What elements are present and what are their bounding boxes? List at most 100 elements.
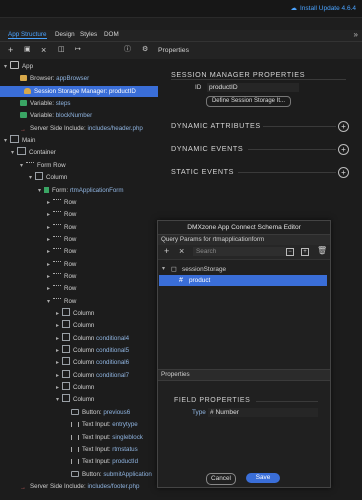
tree-item[interactable]: ▾ Column [0, 172, 158, 183]
collapse-all-icon[interactable]: − [286, 248, 294, 256]
tree-item[interactable]: ▸ Row [0, 222, 158, 233]
tree-item[interactable]: ▸ Row [0, 271, 158, 282]
tree-item-label: Column [73, 322, 95, 330]
type-select[interactable]: # Number [208, 408, 318, 417]
tree-item-label: Column [46, 174, 68, 182]
field-properties-heading: FIELD PROPERTIES [174, 397, 251, 404]
save-button[interactable]: Save [246, 473, 280, 483]
tree-item[interactable]: ▾ Form: rtmApplicationForm [0, 185, 158, 196]
chevrons-right-icon[interactable]: » [354, 30, 358, 39]
add-dynamic-attribute-icon[interactable]: + [338, 121, 349, 132]
tree-item[interactable]: Button: previous6 [0, 407, 158, 418]
title-bar: ☁ Install Update 4.6.4 [0, 0, 362, 18]
tree-item[interactable]: ▸ Column [0, 320, 158, 331]
trash-icon[interactable]: 🗑 [317, 246, 327, 255]
add-static-event-icon[interactable]: + [338, 167, 349, 178]
arrow-icon: → [20, 484, 26, 491]
tree-item[interactable]: ▸ Column conditional5 [0, 345, 158, 356]
tree-item[interactable]: ▸ Column conditional4 [0, 332, 158, 344]
tree-item-label: Row [64, 285, 77, 293]
chevron-down-icon[interactable]: ▾ [162, 264, 165, 275]
row-icon [53, 235, 61, 239]
tab-dom[interactable]: DOM [104, 31, 119, 38]
divider [256, 401, 318, 402]
session-manager-properties-heading: SESSION MANAGER PROPERTIES [171, 70, 306, 79]
delete-icon[interactable]: × [179, 246, 184, 256]
input-icon [71, 446, 79, 452]
tree-item-value: appBrowser [54, 75, 90, 83]
add-icon[interactable]: + [164, 246, 169, 256]
tree-item-label: Text Input: [82, 421, 111, 429]
tree-item[interactable]: Session Storage Manager: productID [0, 85, 158, 97]
tree-item-label: Row [64, 260, 77, 268]
tree-item[interactable]: Variable: blockNumber [0, 110, 158, 121]
tree-item[interactable]: ▸ Row [0, 283, 158, 294]
tree-item[interactable]: ▸ Column [0, 308, 158, 319]
wrap-icon[interactable]: ◫ [58, 45, 65, 55]
tab-design[interactable]: Design [55, 31, 75, 38]
tree-item[interactable]: Browser: appBrowser [0, 73, 158, 84]
tree-item[interactable]: ▸ Row [0, 259, 158, 270]
tree-item[interactable]: → Server Side Include: includes/footer.ph… [0, 481, 158, 492]
expand-all-icon[interactable]: + [301, 248, 309, 256]
btn-icon [71, 408, 79, 415]
tree-item[interactable]: Button: submitApplication [0, 469, 158, 480]
schema-node-sessionstorage[interactable]: ▾ ◻ sessionStorage [158, 264, 330, 275]
install-update-link[interactable]: ☁ Install Update 4.6.4 [290, 4, 356, 13]
tree-item[interactable]: ▸ Row [0, 209, 158, 220]
tree-item[interactable]: Text Input: productId [0, 456, 158, 467]
tree-item-label: Form Row [37, 161, 66, 169]
tree-item[interactable]: ▸ Column conditional7 [0, 369, 158, 381]
tab-app-structure[interactable]: App Structure [8, 31, 47, 39]
tree-item[interactable]: ▾ App [0, 61, 158, 72]
tree-item[interactable]: → Server Side Include: includes/header.ph… [0, 123, 158, 134]
row-icon [53, 198, 61, 202]
cancel-button[interactable]: Cancel [206, 473, 236, 485]
tree-item[interactable]: ▾ Container [0, 147, 158, 158]
move-out-icon[interactable]: ↦ [75, 45, 81, 55]
tree-item-value: singleblock [110, 433, 143, 441]
tree-item[interactable]: ▾ Column [0, 394, 158, 405]
add-child-icon[interactable]: ▣ [24, 45, 31, 55]
col-icon [62, 308, 70, 316]
tree-item[interactable]: ▾ Main [0, 135, 158, 146]
col-icon [35, 172, 43, 181]
cloud-download-icon: ☁ [290, 5, 297, 12]
tab-styles[interactable]: Styles [80, 31, 97, 38]
tree-item-label: Row [64, 272, 77, 280]
tree-item-value: steps [53, 100, 71, 108]
tree-item[interactable]: ▸ Column conditional6 [0, 357, 158, 368]
input-icon [71, 422, 79, 428]
schema-node-product[interactable]: # product [159, 275, 327, 286]
define-session-storage-button[interactable]: Define Session Storage It... [206, 96, 291, 107]
tree-item[interactable]: ▾ Form Row [0, 160, 158, 171]
add-dynamic-event-icon[interactable]: + [338, 144, 349, 155]
box-icon [17, 147, 26, 156]
add-icon[interactable]: + [8, 45, 13, 55]
help-icon[interactable]: ⓘ [124, 45, 131, 55]
dialog-footer: Cancel Save [158, 469, 330, 487]
tree-item[interactable]: ▸ Row [0, 246, 158, 257]
tree-item[interactable]: Text Input: singleblock [0, 432, 158, 443]
delete-icon[interactable]: × [41, 45, 46, 55]
type-value: Number [215, 409, 239, 416]
tree-item-value: submitApplication [101, 470, 152, 478]
tree-item-label: Text Input: [82, 445, 111, 453]
properties-title: Properties [158, 47, 189, 54]
tree-item-value: blockNumber [53, 112, 93, 120]
tree-item[interactable]: ▸ Column [0, 382, 158, 393]
tree-item[interactable]: ▸ Row [0, 197, 158, 208]
tree-item[interactable]: Variable: steps [0, 98, 158, 109]
tree-item-label: Form: [52, 186, 69, 194]
tree-item[interactable]: Text Input: rtmstatus [0, 444, 158, 455]
row-icon [26, 161, 34, 165]
tree-item[interactable]: ▸ Row [0, 234, 158, 245]
row-icon [53, 272, 61, 276]
tree-item[interactable]: Text Input: entrytype [0, 419, 158, 430]
search-input[interactable]: Search [193, 247, 286, 256]
hash-icon: # [179, 277, 183, 284]
tree-item[interactable]: ▾ Row [0, 296, 158, 307]
settings-icon[interactable]: ⚙ [142, 45, 148, 55]
id-field[interactable]: productID [207, 83, 299, 92]
properties-bar: Properties [158, 369, 330, 381]
